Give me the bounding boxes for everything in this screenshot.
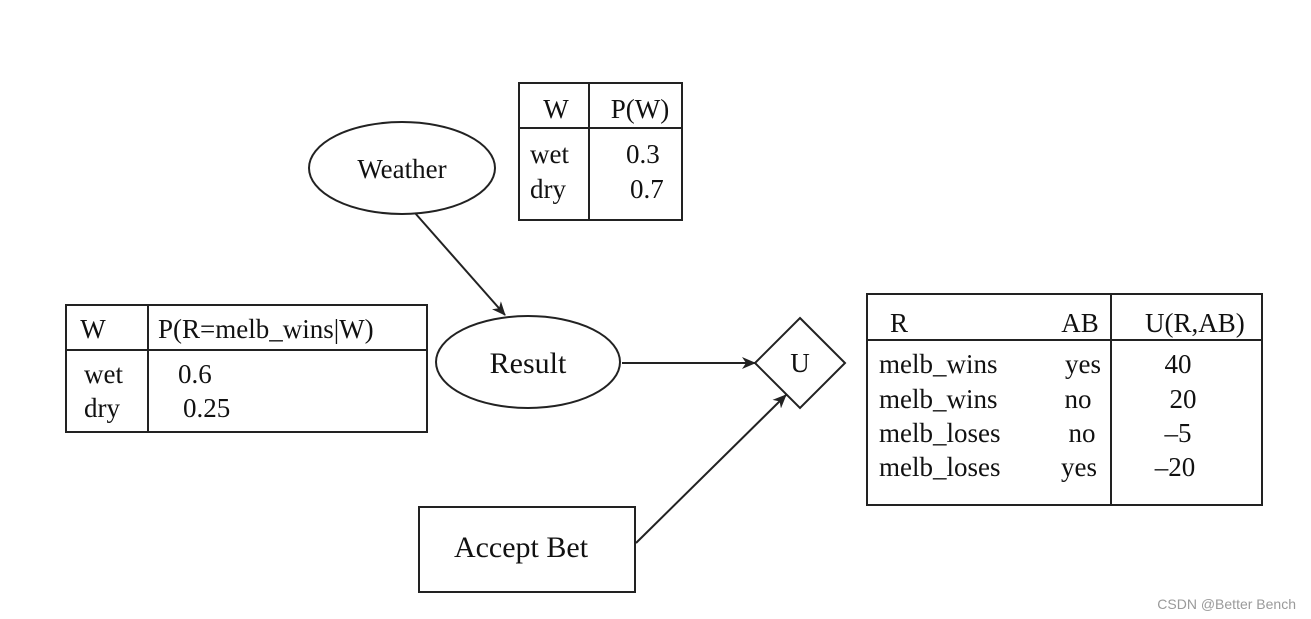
cell: dry	[84, 393, 120, 423]
utility-label: U	[790, 348, 810, 378]
table-row: melb_wins yes 40	[879, 349, 1192, 379]
weather-prior-table: W P(W) wet 0.3 dry 0.7	[518, 82, 683, 221]
cell: melb_wins	[879, 349, 998, 379]
cell: melb_loses	[879, 452, 1001, 482]
cell: 20	[1170, 384, 1197, 414]
cell: –5	[1164, 418, 1192, 448]
accept-bet-node: Accept Bet	[418, 506, 636, 593]
header-p-result: P(R=melb_wins|W)	[158, 314, 374, 344]
decision-network-diagram: Weather W P(W) wet 0.3 dry 0.7 Result W …	[65, 82, 1296, 612]
cell: wet	[84, 359, 123, 389]
weather-label: Weather	[357, 154, 446, 184]
cell: yes	[1061, 452, 1097, 482]
cell: 0.6	[178, 359, 212, 389]
cell: melb_wins	[879, 384, 998, 414]
header-u: U(R,AB)	[1145, 308, 1245, 338]
cell: dry	[530, 174, 566, 204]
table-row: melb_wins no 20	[879, 384, 1197, 414]
header-ab: AB	[1061, 308, 1099, 338]
cell: no	[1069, 418, 1096, 448]
watermark: CSDN @Better Bench	[1157, 596, 1296, 612]
cell: 0.3	[626, 139, 660, 169]
edge-weather-result	[414, 212, 506, 316]
result-label: Result	[490, 347, 567, 380]
weather-node: Weather	[308, 121, 496, 215]
table-row: melb_loses yes –20	[879, 452, 1195, 482]
cell: –20	[1154, 452, 1196, 482]
table-row: melb_loses no –5	[879, 418, 1192, 448]
accept-bet-label: Accept Bet	[454, 531, 589, 564]
edge-acceptbet-utility	[635, 394, 787, 544]
cell: melb_loses	[879, 418, 1001, 448]
header-pw: P(W)	[611, 94, 669, 124]
cell: 0.7	[630, 174, 664, 204]
cell: wet	[530, 139, 569, 169]
utility-node: U	[753, 316, 847, 410]
header-w: W	[543, 94, 569, 124]
cell: 40	[1165, 349, 1192, 379]
result-node: Result	[435, 315, 621, 409]
utility-table: R AB U(R,AB) melb_wins yes 40 melb_wins …	[866, 293, 1263, 506]
result-cpt-table: W P(R=melb_wins|W) wet 0.6 dry 0.25	[65, 304, 428, 433]
header-r: R	[890, 308, 908, 338]
cell: 0.25	[183, 393, 230, 423]
header-w: W	[80, 314, 106, 344]
cell: yes	[1065, 349, 1101, 379]
cell: no	[1065, 384, 1092, 414]
